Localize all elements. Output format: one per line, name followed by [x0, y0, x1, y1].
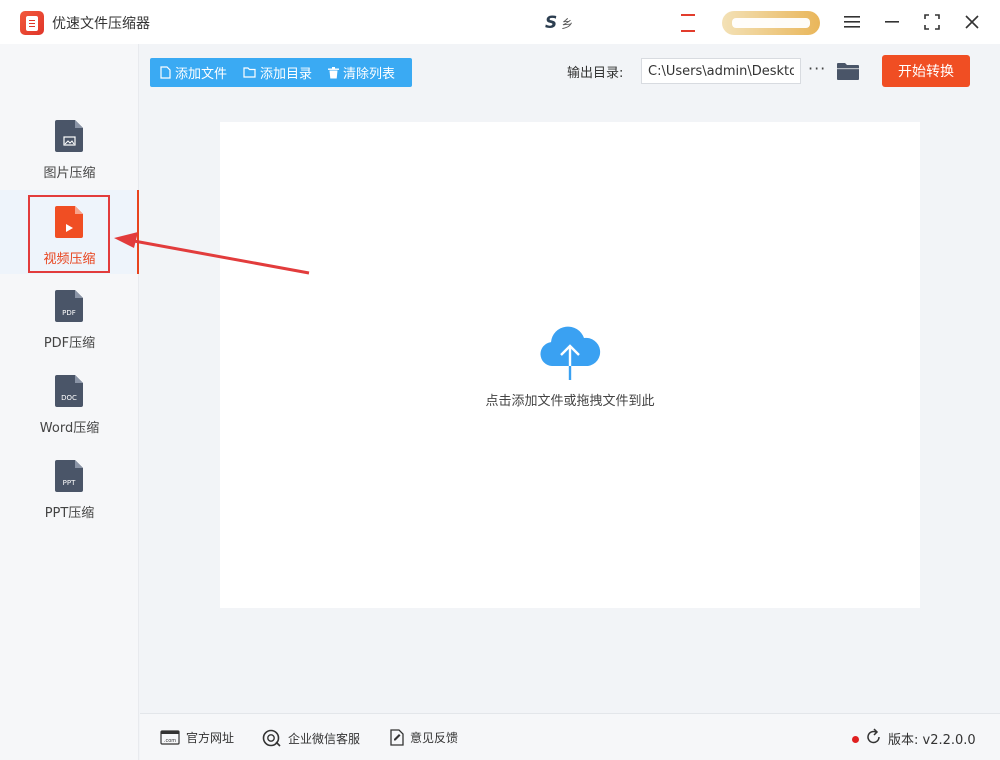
sidebar-item-label: PDF压缩 [43, 336, 96, 351]
svg-text:PPT: PPT [63, 479, 76, 487]
app-logo-icon [20, 11, 44, 35]
sidebar-item-label: PPT压缩 [44, 506, 95, 521]
add-folder-button[interactable]: 添加目录 [243, 63, 312, 82]
feedback-label: 意见反馈 [410, 731, 459, 745]
wechat-service-link[interactable]: 企业微信客服 [262, 729, 360, 747]
maximize-button[interactable] [920, 10, 944, 34]
doc-file-icon: DOC [55, 375, 83, 407]
output-dir-input[interactable] [641, 58, 801, 84]
vip-account-button[interactable] [722, 11, 820, 35]
clear-list-label: 清除列表 [343, 67, 396, 82]
image-file-icon [55, 120, 83, 152]
sidebar-item-label: Word压缩 [39, 421, 100, 436]
chat-service-icon [262, 729, 281, 747]
annotation-highlight-box [28, 195, 110, 273]
add-file-label: 添加文件 [175, 67, 228, 82]
drop-zone-hint: 点击添加文件或拖拽文件到此 [485, 394, 655, 409]
refresh-icon[interactable] [866, 728, 882, 746]
official-site-label: 官方网址 [186, 731, 235, 745]
feedback-link[interactable]: 意见反馈 [390, 729, 458, 746]
promo-badge[interactable]: S 乡 [545, 13, 585, 33]
more-options-button[interactable]: ··· [808, 60, 826, 82]
active-indicator [137, 190, 139, 274]
update-notice-dot [852, 736, 859, 743]
sidebar-item-word[interactable]: DOC Word压缩 [0, 359, 139, 443]
wechat-service-label: 企业微信客服 [288, 731, 361, 746]
folder-outline-icon [243, 67, 256, 78]
sidebar-item-ppt[interactable]: PPT PPT压缩 [0, 444, 139, 528]
minimize-icon [885, 21, 899, 23]
svg-text:.com: .com [164, 738, 176, 744]
svg-text:DOC: DOC [61, 394, 77, 402]
svg-text:PDF: PDF [62, 309, 76, 317]
upload-cloud-icon [540, 326, 601, 380]
feedback-icon [390, 729, 404, 746]
title-bar: 优速文件压缩器 S 乡 [0, 0, 1000, 44]
maximize-icon [924, 14, 940, 30]
file-drop-zone[interactable]: 点击添加文件或拖拽文件到此 [220, 122, 920, 608]
redacted-username [732, 18, 810, 28]
promo-logo-icon: S [545, 13, 558, 33]
file-icon [160, 66, 171, 79]
footer-bar: .com 官方网址 企业微信客服 意见反馈 版本: v2.2.0.0 [140, 713, 1000, 760]
open-folder-icon[interactable] [837, 61, 859, 81]
add-folder-label: 添加目录 [260, 67, 313, 82]
hamburger-icon [844, 16, 860, 28]
trash-icon [328, 66, 340, 78]
app-title: 优速文件压缩器 [52, 16, 150, 32]
promo-text: 乡 [561, 16, 574, 31]
official-site-link[interactable]: .com 官方网址 [160, 729, 234, 746]
add-file-button[interactable]: 添加文件 [160, 63, 227, 82]
sidebar-item-image[interactable]: 图片压缩 [0, 104, 139, 188]
close-icon [965, 15, 979, 29]
pdf-file-icon: PDF [55, 290, 83, 322]
sidebar-item-pdf[interactable]: PDF PDF压缩 [0, 274, 139, 358]
close-button[interactable] [960, 10, 984, 34]
sidebar-item-label: 图片压缩 [43, 166, 96, 181]
clear-list-button[interactable]: 清除列表 [328, 63, 395, 82]
start-convert-button[interactable]: 开始转换 [882, 55, 970, 87]
menu-button[interactable] [840, 10, 864, 34]
notice-icon[interactable] [681, 14, 695, 32]
file-toolbar: 添加文件 添加目录 清除列表 [150, 58, 412, 87]
minimize-button[interactable] [880, 10, 904, 34]
version-label: 版本: v2.2.0.0 [888, 733, 976, 748]
output-dir-label: 输出目录: [567, 66, 624, 81]
website-icon: .com [160, 729, 180, 745]
ppt-file-icon: PPT [55, 460, 83, 492]
